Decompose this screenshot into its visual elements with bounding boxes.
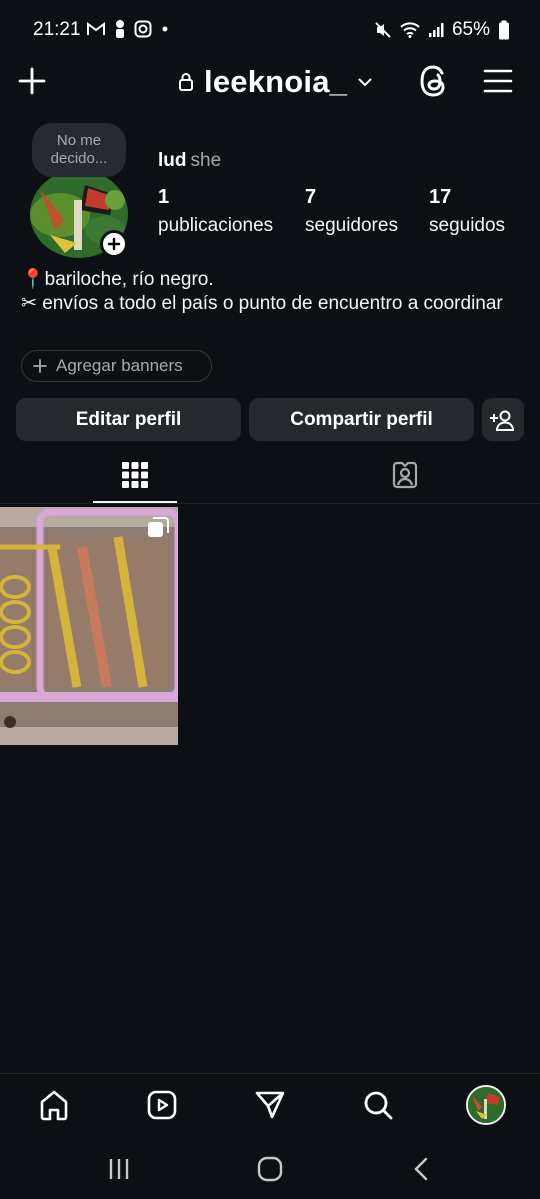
pronouns: she [190,150,222,171]
status-right-icons: 65% [374,19,510,41]
edit-profile-button[interactable]: Editar perfil [16,398,241,441]
tab-posts-grid[interactable] [93,448,177,502]
battery-icon [499,20,509,40]
system-home-button[interactable] [250,1150,290,1188]
nav-home[interactable] [32,1083,76,1127]
tabs-divider [0,503,540,504]
chevron-down-icon [358,78,372,87]
nav-messages[interactable] [248,1083,292,1127]
instagram-icon [134,20,152,38]
home-circle-icon [257,1156,283,1182]
add-story-button[interactable] [100,230,128,258]
signal-icon [428,23,444,37]
reels-icon [147,1090,177,1120]
nav-profile[interactable] [466,1085,506,1125]
send-icon [255,1091,285,1119]
menu-button[interactable] [483,66,513,96]
status-time: 21:21 [33,19,81,40]
plus-icon [107,237,121,251]
dot-icon [162,26,168,32]
gmail-icon [87,22,105,35]
back-chevron-icon [414,1157,428,1181]
edit-profile-label: Editar perfil [75,408,182,430]
plus-icon [18,67,46,95]
recents-icon [109,1159,129,1179]
nav-search[interactable] [356,1083,400,1127]
bio-line: ✂ envíos a todo el país o punto de encue… [21,292,503,314]
tagged-person-icon [392,461,418,489]
plus-icon [33,359,47,373]
add-person-icon [490,410,515,431]
display-name: lud she [158,150,221,172]
note-bubble[interactable]: No me decido... [32,123,126,177]
hamburger-icon [483,69,513,93]
stat-label: publicaciones [158,215,274,236]
stat-value: 7 [305,186,317,208]
tab-tagged[interactable] [363,448,447,502]
system-back-button[interactable] [401,1150,441,1188]
share-profile-button[interactable]: Compartir perfil [249,398,474,441]
stat-label: seguidores [305,215,398,236]
threads-icon [420,65,445,97]
username: leeknoia_ [204,64,348,99]
account-switcher[interactable]: leeknoia_ [178,64,373,100]
profile-name: lud [158,150,187,171]
home-icon [40,1090,68,1121]
stat-followers[interactable]: 7 seguidores [305,186,398,237]
mute-icon [375,22,391,38]
profile-avatar-icon [468,1087,504,1123]
post-image [0,507,178,745]
threads-button[interactable] [417,63,451,99]
stat-following[interactable]: 17 seguidos [429,186,505,237]
stat-label: seguidos [429,215,506,236]
search-icon [364,1091,393,1120]
stat-posts[interactable]: 1 publicaciones [158,186,273,237]
person-alert-icon [116,20,124,38]
grid-icon [122,462,148,488]
stat-value: 17 [429,186,452,208]
bio: 📍bariloche, río negro. ✂ envíos a todo e… [21,268,521,315]
bottom-nav-divider [0,1073,540,1074]
lock-icon [179,73,193,91]
note-text: No me decido... [50,132,108,167]
discover-people-button[interactable] [482,398,524,441]
stat-value: 1 [158,186,170,208]
add-banners-label: Agregar banners [56,356,183,375]
status-left-icons [86,19,170,39]
battery-percent: 65% [451,19,490,40]
wifi-icon [400,22,420,38]
post-thumbnail[interactable] [0,507,178,745]
system-recents-button[interactable] [99,1150,139,1188]
bio-line: 📍bariloche, río negro. [21,269,214,290]
create-button[interactable] [17,66,47,96]
nav-reels[interactable] [140,1083,184,1127]
multiple-images-icon [148,517,169,537]
add-banners-button[interactable]: Agregar banners [21,350,212,382]
share-profile-label: Compartir perfil [290,408,433,430]
